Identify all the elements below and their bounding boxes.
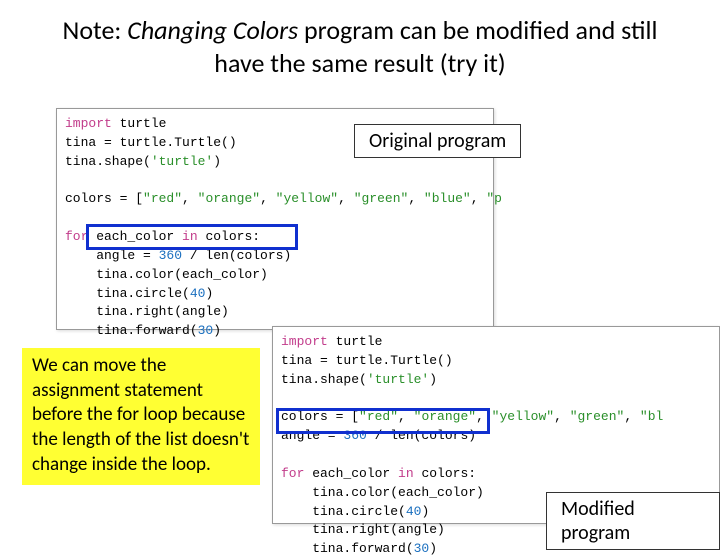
- code-token: tina.color(each_color): [281, 485, 484, 500]
- code-token: ): [429, 541, 437, 556]
- code-token: ,: [554, 409, 570, 424]
- code-token: 30: [414, 541, 430, 556]
- code-token: "red": [359, 409, 398, 424]
- code-token: ): [213, 323, 221, 338]
- code-token: angle =: [65, 248, 159, 263]
- code-token: for: [65, 229, 88, 244]
- code-token: "yellow": [492, 409, 554, 424]
- code-token: / len(colors): [367, 428, 476, 443]
- code-token: tina.circle(: [65, 286, 190, 301]
- code-token: angle =: [281, 428, 343, 443]
- code-token: colors = [: [65, 191, 143, 206]
- code-token: ,: [408, 191, 424, 206]
- code-token: tina.shape(: [281, 372, 367, 387]
- code-token: "bl: [640, 409, 663, 424]
- code-token: each_color: [304, 466, 398, 481]
- code-token: colors:: [198, 229, 260, 244]
- code-token: ): [421, 504, 429, 519]
- code-token: tina.shape(: [65, 154, 151, 169]
- code-token: tina.forward(: [281, 541, 414, 556]
- code-token: import: [281, 334, 328, 349]
- code-token: "p: [486, 191, 502, 206]
- code-token: "red": [143, 191, 182, 206]
- code-token: "green": [354, 191, 409, 206]
- code-token: colors:: [414, 466, 476, 481]
- code-token: tina.right(angle): [281, 522, 445, 537]
- code-token: ,: [182, 191, 198, 206]
- label-original-program: Original program: [354, 124, 521, 158]
- code-token: ,: [398, 409, 414, 424]
- code-token: 'turtle': [367, 372, 429, 387]
- code-token: ,: [624, 409, 640, 424]
- code-token: for: [281, 466, 304, 481]
- slide-title: Note: Changing Colors program can be mod…: [0, 0, 720, 87]
- code-token: colors = [: [281, 409, 359, 424]
- code-token: ,: [476, 409, 492, 424]
- code-token: ,: [471, 191, 487, 206]
- code-token: 'turtle': [151, 154, 213, 169]
- code-token: ): [429, 372, 437, 387]
- title-prefix: Note:: [63, 14, 128, 46]
- code-token: 30: [198, 323, 214, 338]
- code-token: turtle: [112, 116, 167, 131]
- code-token: "orange": [198, 191, 260, 206]
- code-token: 360: [343, 428, 366, 443]
- code-token: import: [65, 116, 112, 131]
- explanation-note: We can move the assignment statement bef…: [22, 348, 260, 485]
- code-token: / len(colors): [182, 248, 291, 263]
- code-token: "yellow": [276, 191, 338, 206]
- code-token: "blue": [424, 191, 471, 206]
- code-token: tina = turtle.Turtle(): [65, 135, 237, 150]
- code-token: ,: [338, 191, 354, 206]
- code-token: 40: [190, 286, 206, 301]
- code-token: "green": [570, 409, 625, 424]
- code-token: in: [182, 229, 198, 244]
- title-italic: Changing Colors: [127, 14, 298, 46]
- code-token: tina = turtle.Turtle(): [281, 353, 453, 368]
- code-token: tina.circle(: [281, 504, 406, 519]
- label-modified-program: Modified program: [546, 492, 720, 550]
- code-token: "orange": [414, 409, 476, 424]
- code-token: 40: [406, 504, 422, 519]
- code-token: tina.forward(: [65, 323, 198, 338]
- code-token: tina.right(angle): [65, 304, 229, 319]
- code-token: turtle: [328, 334, 383, 349]
- code-token: ): [213, 154, 221, 169]
- code-token: 360: [159, 248, 182, 263]
- code-token: in: [398, 466, 414, 481]
- code-token: ): [205, 286, 213, 301]
- code-token: ,: [260, 191, 276, 206]
- code-token: each_color: [88, 229, 182, 244]
- code-token: tina.color(each_color): [65, 267, 268, 282]
